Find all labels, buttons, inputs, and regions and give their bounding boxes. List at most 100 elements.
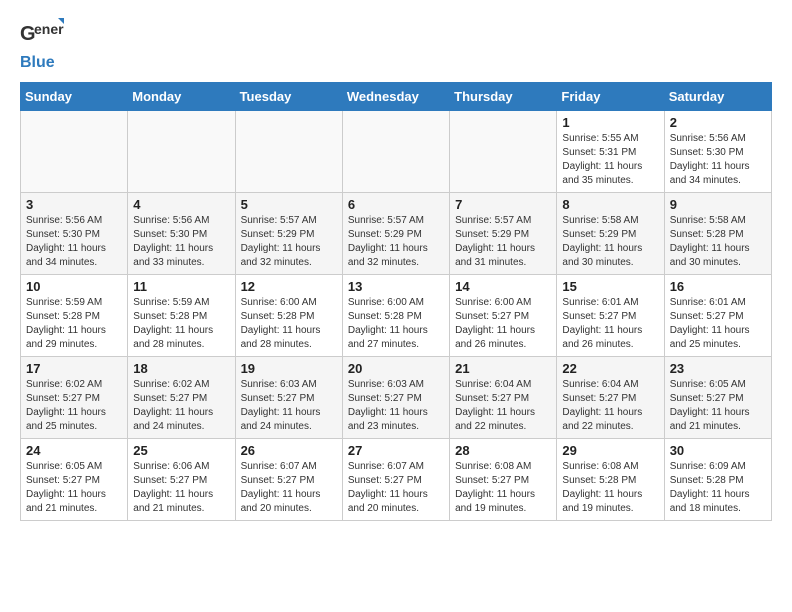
day-info: Sunrise: 6:01 AMSunset: 5:27 PMDaylight:… bbox=[670, 296, 766, 352]
calendar-cell: 29 Sunrise: 6:08 AMSunset: 5:28 PMDayligh… bbox=[557, 439, 664, 521]
day-info: Sunrise: 5:58 AMSunset: 5:29 PMDaylight:… bbox=[562, 214, 658, 270]
calendar-cell: 20 Sunrise: 6:03 AMSunset: 5:27 PMDayligh… bbox=[342, 357, 449, 439]
day-info: Sunrise: 6:00 AMSunset: 5:27 PMDaylight:… bbox=[455, 296, 551, 352]
logo: G eneral bbox=[20, 18, 64, 54]
logo-area: G eneral Blue bbox=[20, 18, 64, 72]
svg-text:eneral: eneral bbox=[34, 21, 64, 37]
day-info: Sunrise: 5:56 AMSunset: 5:30 PMDaylight:… bbox=[670, 132, 766, 188]
calendar-cell bbox=[235, 111, 342, 193]
calendar-cell: 30 Sunrise: 6:09 AMSunset: 5:28 PMDayligh… bbox=[664, 439, 771, 521]
calendar-cell: 11 Sunrise: 5:59 AMSunset: 5:28 PMDayligh… bbox=[128, 275, 235, 357]
calendar-cell: 2 Sunrise: 5:56 AMSunset: 5:30 PMDaylight… bbox=[664, 111, 771, 193]
day-info: Sunrise: 6:01 AMSunset: 5:27 PMDaylight:… bbox=[562, 296, 658, 352]
calendar-cell: 10 Sunrise: 5:59 AMSunset: 5:28 PMDayligh… bbox=[21, 275, 128, 357]
calendar-cell bbox=[450, 111, 557, 193]
day-info: Sunrise: 5:58 AMSunset: 5:28 PMDaylight:… bbox=[670, 214, 766, 270]
calendar-cell: 22 Sunrise: 6:04 AMSunset: 5:27 PMDayligh… bbox=[557, 357, 664, 439]
day-number: 17 bbox=[26, 361, 122, 376]
calendar-cell: 3 Sunrise: 5:56 AMSunset: 5:30 PMDaylight… bbox=[21, 193, 128, 275]
weekday-header-saturday: Saturday bbox=[664, 83, 771, 111]
day-number: 10 bbox=[26, 279, 122, 294]
calendar-cell: 19 Sunrise: 6:03 AMSunset: 5:27 PMDayligh… bbox=[235, 357, 342, 439]
logo-blue: Blue bbox=[20, 54, 55, 71]
day-number: 25 bbox=[133, 443, 229, 458]
day-info: Sunrise: 6:08 AMSunset: 5:27 PMDaylight:… bbox=[455, 460, 551, 516]
week-row-2: 10 Sunrise: 5:59 AMSunset: 5:28 PMDayligh… bbox=[21, 275, 772, 357]
week-row-1: 3 Sunrise: 5:56 AMSunset: 5:30 PMDaylight… bbox=[21, 193, 772, 275]
day-info: Sunrise: 5:56 AMSunset: 5:30 PMDaylight:… bbox=[26, 214, 122, 270]
day-info: Sunrise: 6:00 AMSunset: 5:28 PMDaylight:… bbox=[241, 296, 337, 352]
day-info: Sunrise: 6:02 AMSunset: 5:27 PMDaylight:… bbox=[26, 378, 122, 434]
day-info: Sunrise: 6:09 AMSunset: 5:28 PMDaylight:… bbox=[670, 460, 766, 516]
calendar-cell: 9Sunrise: 5:58 AMSunset: 5:28 PMDaylight… bbox=[664, 193, 771, 275]
day-number: 22 bbox=[562, 361, 658, 376]
week-row-3: 17 Sunrise: 6:02 AMSunset: 5:27 PMDayligh… bbox=[21, 357, 772, 439]
day-info: Sunrise: 6:00 AMSunset: 5:28 PMDaylight:… bbox=[348, 296, 444, 352]
calendar-cell: 13 Sunrise: 6:00 AMSunset: 5:28 PMDayligh… bbox=[342, 275, 449, 357]
calendar-cell: 6Sunrise: 5:57 AMSunset: 5:29 PMDaylight… bbox=[342, 193, 449, 275]
weekday-header-friday: Friday bbox=[557, 83, 664, 111]
calendar-cell: 23 Sunrise: 6:05 AMSunset: 5:27 PMDayligh… bbox=[664, 357, 771, 439]
day-info: Sunrise: 6:07 AMSunset: 5:27 PMDaylight:… bbox=[348, 460, 444, 516]
day-number: 2 bbox=[670, 115, 766, 130]
day-number: 23 bbox=[670, 361, 766, 376]
page: G eneral Blue SundayMondayTuesdayWednesd… bbox=[0, 0, 792, 533]
calendar-cell: 28 Sunrise: 6:08 AMSunset: 5:27 PMDayligh… bbox=[450, 439, 557, 521]
day-number: 16 bbox=[670, 279, 766, 294]
day-info: Sunrise: 6:05 AMSunset: 5:27 PMDaylight:… bbox=[26, 460, 122, 516]
day-info: Sunrise: 5:59 AMSunset: 5:28 PMDaylight:… bbox=[26, 296, 122, 352]
calendar-cell: 24 Sunrise: 6:05 AMSunset: 5:27 PMDayligh… bbox=[21, 439, 128, 521]
day-number: 19 bbox=[241, 361, 337, 376]
calendar-cell: 8 Sunrise: 5:58 AMSunset: 5:29 PMDaylight… bbox=[557, 193, 664, 275]
calendar-cell: 15 Sunrise: 6:01 AMSunset: 5:27 PMDayligh… bbox=[557, 275, 664, 357]
calendar-cell bbox=[21, 111, 128, 193]
day-number: 12 bbox=[241, 279, 337, 294]
day-info: Sunrise: 6:04 AMSunset: 5:27 PMDaylight:… bbox=[455, 378, 551, 434]
day-number: 27 bbox=[348, 443, 444, 458]
day-number: 26 bbox=[241, 443, 337, 458]
day-number: 24 bbox=[26, 443, 122, 458]
day-info: Sunrise: 6:05 AMSunset: 5:27 PMDaylight:… bbox=[670, 378, 766, 434]
day-number: 15 bbox=[562, 279, 658, 294]
calendar-cell: 7Sunrise: 5:57 AMSunset: 5:29 PMDaylight… bbox=[450, 193, 557, 275]
calendar-cell: 4Sunrise: 5:56 AMSunset: 5:30 PMDaylight… bbox=[128, 193, 235, 275]
day-number: 28 bbox=[455, 443, 551, 458]
week-row-0: 1Sunrise: 5:55 AMSunset: 5:31 PMDaylight… bbox=[21, 111, 772, 193]
day-number: 11 bbox=[133, 279, 229, 294]
calendar-cell: 25Sunrise: 6:06 AMSunset: 5:27 PMDayligh… bbox=[128, 439, 235, 521]
day-info: Sunrise: 5:59 AMSunset: 5:28 PMDaylight:… bbox=[133, 296, 229, 352]
day-info: Sunrise: 6:03 AMSunset: 5:27 PMDaylight:… bbox=[348, 378, 444, 434]
weekday-header-tuesday: Tuesday bbox=[235, 83, 342, 111]
day-info: Sunrise: 6:03 AMSunset: 5:27 PMDaylight:… bbox=[241, 378, 337, 434]
calendar-cell: 18Sunrise: 6:02 AMSunset: 5:27 PMDayligh… bbox=[128, 357, 235, 439]
day-number: 30 bbox=[670, 443, 766, 458]
calendar-cell: 5Sunrise: 5:57 AMSunset: 5:29 PMDaylight… bbox=[235, 193, 342, 275]
day-number: 3 bbox=[26, 197, 122, 212]
day-info: Sunrise: 6:04 AMSunset: 5:27 PMDaylight:… bbox=[562, 378, 658, 434]
calendar-cell bbox=[128, 111, 235, 193]
day-number: 18 bbox=[133, 361, 229, 376]
day-number: 13 bbox=[348, 279, 444, 294]
calendar-cell: 14 Sunrise: 6:00 AMSunset: 5:27 PMDayligh… bbox=[450, 275, 557, 357]
day-number: 14 bbox=[455, 279, 551, 294]
calendar-cell: 21 Sunrise: 6:04 AMSunset: 5:27 PMDayligh… bbox=[450, 357, 557, 439]
day-number: 21 bbox=[455, 361, 551, 376]
day-number: 1 bbox=[562, 115, 658, 130]
calendar-cell: 26Sunrise: 6:07 AMSunset: 5:27 PMDayligh… bbox=[235, 439, 342, 521]
day-info: Sunrise: 6:08 AMSunset: 5:28 PMDaylight:… bbox=[562, 460, 658, 516]
day-number: 8 bbox=[562, 197, 658, 212]
logo-icon: G eneral bbox=[20, 18, 64, 54]
day-info: Sunrise: 5:57 AMSunset: 5:29 PMDaylight:… bbox=[455, 214, 551, 270]
calendar-cell: 17 Sunrise: 6:02 AMSunset: 5:27 PMDayligh… bbox=[21, 357, 128, 439]
day-info: Sunrise: 5:56 AMSunset: 5:30 PMDaylight:… bbox=[133, 214, 229, 270]
calendar-cell: 12 Sunrise: 6:00 AMSunset: 5:28 PMDayligh… bbox=[235, 275, 342, 357]
calendar-cell bbox=[342, 111, 449, 193]
day-number: 5 bbox=[241, 197, 337, 212]
header: G eneral Blue bbox=[20, 18, 772, 72]
day-number: 29 bbox=[562, 443, 658, 458]
day-number: 20 bbox=[348, 361, 444, 376]
week-row-4: 24 Sunrise: 6:05 AMSunset: 5:27 PMDayligh… bbox=[21, 439, 772, 521]
weekday-header-thursday: Thursday bbox=[450, 83, 557, 111]
calendar: SundayMondayTuesdayWednesdayThursdayFrid… bbox=[20, 82, 772, 521]
day-number: 6 bbox=[348, 197, 444, 212]
